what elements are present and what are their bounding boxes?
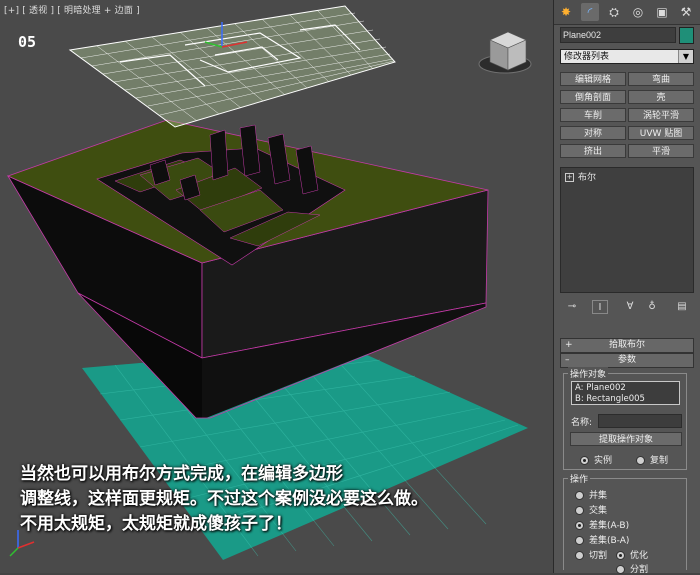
configure-sets-icon[interactable]: ▤ bbox=[674, 300, 690, 314]
radio-dot bbox=[580, 456, 589, 465]
show-end-result-icon[interactable]: I bbox=[592, 300, 608, 314]
viewport-label[interactable]: [+] [ 透视 ] [ 明暗处理 + 边面 ] bbox=[4, 3, 140, 16]
stack-item-boolean[interactable]: + 布尔 bbox=[565, 170, 596, 183]
radio-dot bbox=[636, 456, 645, 465]
view-cube[interactable] bbox=[478, 31, 532, 74]
radio-instance[interactable]: 实例 bbox=[580, 453, 612, 466]
radio-subtraction-b-a-label: 差集(B-A) bbox=[589, 536, 630, 546]
stack-toolbar: ⊸ I ∀ ♁ ▤ bbox=[560, 298, 694, 316]
modify-tab-icon[interactable]: ◜ bbox=[581, 3, 599, 21]
modifier-list-dropdown[interactable]: 修改器列表 ▼ bbox=[560, 49, 694, 64]
chevron-down-icon: ▼ bbox=[678, 50, 693, 63]
radio-subtraction-b-a[interactable]: 差集(B-A) bbox=[575, 533, 629, 546]
radio-split-label: 分割 bbox=[630, 565, 649, 575]
remove-modifier-icon[interactable]: ♁ bbox=[644, 300, 660, 314]
radio-subtraction-a-b[interactable]: 差集(A-B) bbox=[575, 518, 629, 531]
step-number: 05 bbox=[18, 33, 37, 51]
utilities-tab-icon[interactable]: ⚒ bbox=[677, 3, 695, 21]
name-label: 名称: bbox=[571, 418, 593, 428]
modifier-button-extrude[interactable]: 挤出 bbox=[560, 144, 626, 158]
modifier-list-label: 修改器列表 bbox=[564, 52, 610, 62]
pick-boolean-label: 拾取布尔 bbox=[608, 340, 645, 350]
radio-copy-label: 复制 bbox=[650, 456, 669, 466]
modifier-button-bend[interactable]: 弯曲 bbox=[628, 72, 694, 86]
radio-copy[interactable]: 复制 bbox=[636, 453, 668, 466]
radio-dot bbox=[616, 551, 625, 560]
radio-split[interactable]: 分割 bbox=[616, 562, 648, 575]
make-unique-icon[interactable]: ∀ bbox=[622, 300, 638, 314]
radio-cut-label: 切割 bbox=[589, 551, 608, 561]
pin-stack-icon[interactable]: ⊸ bbox=[564, 300, 580, 314]
operands-list[interactable]: A: Plane002 B: Rectangle005 bbox=[571, 381, 680, 405]
expand-icon[interactable]: + bbox=[565, 173, 574, 182]
parameters-rollout[interactable]: – 参数 bbox=[560, 353, 694, 368]
modifier-stack[interactable]: + 布尔 bbox=[560, 167, 694, 293]
operands-title: 操作对象 bbox=[568, 367, 609, 380]
modifier-button-uvw-map[interactable]: UVW 贴图 bbox=[628, 126, 694, 140]
operand-b[interactable]: B: Rectangle005 bbox=[575, 394, 676, 405]
modifier-button-turbosmooth[interactable]: 涡轮平滑 bbox=[628, 108, 694, 122]
radio-instance-label: 实例 bbox=[594, 456, 613, 466]
radio-dot bbox=[575, 491, 584, 500]
caption-line-3: 不用太规矩，太规矩就成傻孩子了！ bbox=[20, 514, 292, 534]
motion-tab-icon[interactable]: ◎ bbox=[629, 3, 647, 21]
stack-item-label: 布尔 bbox=[578, 173, 597, 183]
rollout-expand-icon: + bbox=[565, 340, 573, 350]
caption-line-1: 当然也可以用布尔方式完成，在编辑多边形 bbox=[20, 464, 343, 484]
modifier-button-bevel-profile[interactable]: 倒角剖面 bbox=[560, 90, 626, 104]
modifier-button-smooth[interactable]: 平滑 bbox=[628, 144, 694, 158]
object-name-field[interactable]: Plane002 bbox=[560, 27, 676, 43]
radio-cut[interactable]: 切割 bbox=[575, 548, 607, 561]
command-panel-tabs: ✸ ◜ ⛭ ◎ ▣ ⚒ bbox=[554, 0, 700, 25]
radio-intersection[interactable]: 交集 bbox=[575, 503, 607, 516]
rollout-collapse-icon: – bbox=[565, 355, 570, 365]
radio-refine-label: 优化 bbox=[630, 551, 649, 561]
perspective-viewport[interactable]: [+] [ 透视 ] [ 明暗处理 + 边面 ] 05 当然也可以用布尔方式完成… bbox=[0, 0, 554, 573]
operand-a[interactable]: A: Plane002 bbox=[575, 383, 676, 394]
extract-operand-button[interactable]: 提取操作对象 bbox=[570, 432, 682, 446]
radio-dot bbox=[575, 521, 584, 530]
modifier-button-symmetry[interactable]: 对称 bbox=[560, 126, 626, 140]
radio-union-label: 并集 bbox=[589, 491, 608, 501]
create-tab-icon[interactable]: ✸ bbox=[557, 3, 575, 21]
modifier-button-lathe[interactable]: 车削 bbox=[560, 108, 626, 122]
name-field[interactable] bbox=[598, 414, 682, 428]
caption-line-2: 调整线，这样面更规矩。不过这个案例没必要这么做。 bbox=[20, 489, 428, 509]
hierarchy-tab-icon[interactable]: ⛭ bbox=[605, 3, 623, 21]
radio-union[interactable]: 并集 bbox=[575, 488, 607, 501]
operation-title: 操作 bbox=[568, 472, 591, 485]
radio-intersection-label: 交集 bbox=[589, 506, 608, 516]
radio-dot bbox=[575, 536, 584, 545]
object-color-swatch[interactable] bbox=[679, 27, 694, 44]
pick-boolean-rollout[interactable]: + 拾取布尔 bbox=[560, 338, 694, 353]
radio-dot bbox=[575, 506, 584, 515]
display-tab-icon[interactable]: ▣ bbox=[653, 3, 671, 21]
modifier-button-edit-mesh[interactable]: 编辑网格 bbox=[560, 72, 626, 86]
radio-dot bbox=[575, 551, 584, 560]
parameters-label: 参数 bbox=[617, 355, 636, 365]
modifier-button-shell[interactable]: 壳 bbox=[628, 90, 694, 104]
radio-subtraction-a-b-label: 差集(A-B) bbox=[589, 521, 630, 531]
radio-refine[interactable]: 优化 bbox=[616, 548, 648, 561]
